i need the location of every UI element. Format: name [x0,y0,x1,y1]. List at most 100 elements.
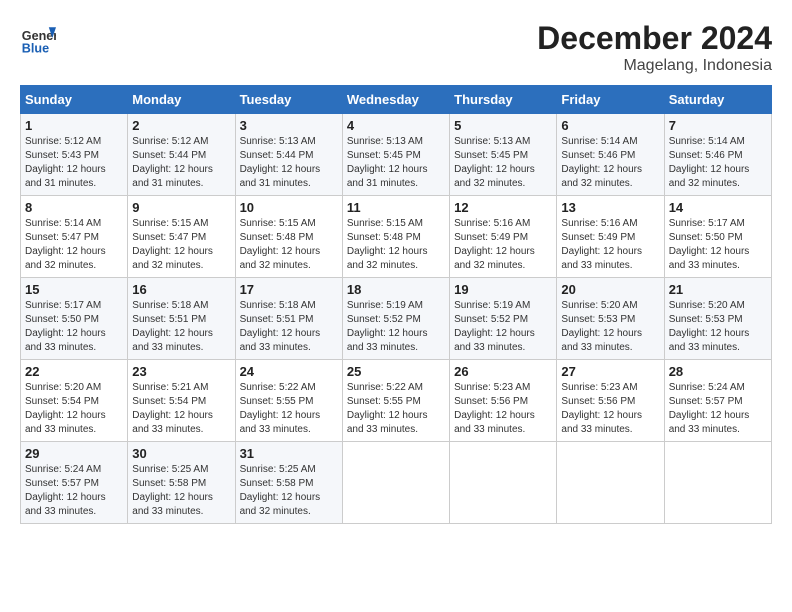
day-number: 10 [240,200,338,215]
day-detail: Sunrise: 5:22 AMSunset: 5:55 PMDaylight:… [240,381,338,437]
calendar-cell [342,442,449,524]
calendar-cell: 1 Sunrise: 5:12 AMSunset: 5:43 PMDaylight… [21,114,128,196]
day-detail: Sunrise: 5:25 AMSunset: 5:58 PMDaylight:… [240,463,338,519]
logo-icon: General Blue [20,20,56,56]
column-header-thursday: Thursday [450,86,557,114]
day-number: 8 [25,200,123,215]
day-detail: Sunrise: 5:21 AMSunset: 5:54 PMDaylight:… [132,381,230,437]
day-detail: Sunrise: 5:22 AMSunset: 5:55 PMDaylight:… [347,381,445,437]
day-number: 15 [25,282,123,297]
day-detail: Sunrise: 5:19 AMSunset: 5:52 PMDaylight:… [347,299,445,355]
calendar-cell: 12 Sunrise: 5:16 AMSunset: 5:49 PMDayligh… [450,196,557,278]
day-detail: Sunrise: 5:17 AMSunset: 5:50 PMDaylight:… [25,299,123,355]
day-number: 6 [561,118,659,133]
day-number: 7 [669,118,767,133]
day-number: 3 [240,118,338,133]
logo: General Blue [20,20,60,56]
day-number: 1 [25,118,123,133]
day-number: 16 [132,282,230,297]
day-detail: Sunrise: 5:18 AMSunset: 5:51 PMDaylight:… [240,299,338,355]
day-detail: Sunrise: 5:19 AMSunset: 5:52 PMDaylight:… [454,299,552,355]
day-detail: Sunrise: 5:13 AMSunset: 5:45 PMDaylight:… [454,135,552,191]
column-header-friday: Friday [557,86,664,114]
day-number: 4 [347,118,445,133]
calendar-cell: 16Sunrise: 5:18 AMSunset: 5:51 PMDayligh… [128,278,235,360]
column-header-tuesday: Tuesday [235,86,342,114]
calendar-cell: 24 Sunrise: 5:22 AMSunset: 5:55 PMDayligh… [235,360,342,442]
day-detail: Sunrise: 5:16 AMSunset: 5:49 PMDaylight:… [454,217,552,273]
calendar-cell: 7 Sunrise: 5:14 AMSunset: 5:46 PMDaylight… [664,114,771,196]
day-detail: Sunrise: 5:23 AMSunset: 5:56 PMDaylight:… [561,381,659,437]
calendar-cell: 28 Sunrise: 5:24 AMSunset: 5:57 PMDayligh… [664,360,771,442]
day-detail: Sunrise: 5:24 AMSunset: 5:57 PMDaylight:… [25,463,123,519]
day-number: 9 [132,200,230,215]
calendar-cell: 14Sunrise: 5:17 AMSunset: 5:50 PMDayligh… [664,196,771,278]
day-number: 28 [669,364,767,379]
week-row-3: 15 Sunrise: 5:17 AMSunset: 5:50 PMDayligh… [21,278,772,360]
calendar-cell: 5 Sunrise: 5:13 AMSunset: 5:45 PMDaylight… [450,114,557,196]
calendar-table: SundayMondayTuesdayWednesdayThursdayFrid… [20,85,772,524]
column-header-saturday: Saturday [664,86,771,114]
day-number: 2 [132,118,230,133]
day-detail: Sunrise: 5:14 AMSunset: 5:47 PMDaylight:… [25,217,123,273]
calendar-cell: 27 Sunrise: 5:23 AMSunset: 5:56 PMDayligh… [557,360,664,442]
calendar-cell: 31Sunrise: 5:25 AMSunset: 5:58 PMDayligh… [235,442,342,524]
month-title: December 2024 [537,20,772,57]
week-row-4: 22 Sunrise: 5:20 AMSunset: 5:54 PMDayligh… [21,360,772,442]
day-number: 22 [25,364,123,379]
day-detail: Sunrise: 5:13 AMSunset: 5:44 PMDaylight:… [240,135,338,191]
day-number: 20 [561,282,659,297]
day-number: 30 [132,446,230,461]
day-number: 5 [454,118,552,133]
day-detail: Sunrise: 5:12 AMSunset: 5:43 PMDaylight:… [25,135,123,191]
week-row-2: 8 Sunrise: 5:14 AMSunset: 5:47 PMDaylight… [21,196,772,278]
column-header-sunday: Sunday [21,86,128,114]
calendar-cell [557,442,664,524]
day-detail: Sunrise: 5:15 AMSunset: 5:47 PMDaylight:… [132,217,230,273]
day-number: 11 [347,200,445,215]
day-detail: Sunrise: 5:24 AMSunset: 5:57 PMDaylight:… [669,381,767,437]
day-number: 26 [454,364,552,379]
day-detail: Sunrise: 5:12 AMSunset: 5:44 PMDaylight:… [132,135,230,191]
calendar-cell: 17 Sunrise: 5:18 AMSunset: 5:51 PMDayligh… [235,278,342,360]
day-detail: Sunrise: 5:14 AMSunset: 5:46 PMDaylight:… [669,135,767,191]
calendar-cell: 21Sunrise: 5:20 AMSunset: 5:53 PMDayligh… [664,278,771,360]
day-detail: Sunrise: 5:15 AMSunset: 5:48 PMDaylight:… [240,217,338,273]
calendar-cell: 11 Sunrise: 5:15 AMSunset: 5:48 PMDayligh… [342,196,449,278]
calendar-cell: 2 Sunrise: 5:12 AMSunset: 5:44 PMDaylight… [128,114,235,196]
calendar-cell: 23 Sunrise: 5:21 AMSunset: 5:54 PMDayligh… [128,360,235,442]
calendar-cell: 29Sunrise: 5:24 AMSunset: 5:57 PMDayligh… [21,442,128,524]
day-detail: Sunrise: 5:15 AMSunset: 5:48 PMDaylight:… [347,217,445,273]
svg-text:Blue: Blue [22,41,49,55]
header-row: SundayMondayTuesdayWednesdayThursdayFrid… [21,86,772,114]
calendar-cell: 13Sunrise: 5:16 AMSunset: 5:49 PMDayligh… [557,196,664,278]
day-detail: Sunrise: 5:23 AMSunset: 5:56 PMDaylight:… [454,381,552,437]
calendar-cell: 25 Sunrise: 5:22 AMSunset: 5:55 PMDayligh… [342,360,449,442]
day-number: 19 [454,282,552,297]
calendar-cell: 10 Sunrise: 5:15 AMSunset: 5:48 PMDayligh… [235,196,342,278]
day-detail: Sunrise: 5:17 AMSunset: 5:50 PMDaylight:… [669,217,767,273]
day-number: 12 [454,200,552,215]
calendar-cell: 18Sunrise: 5:19 AMSunset: 5:52 PMDayligh… [342,278,449,360]
calendar-cell [664,442,771,524]
calendar-cell: 26 Sunrise: 5:23 AMSunset: 5:56 PMDayligh… [450,360,557,442]
calendar-cell: 22 Sunrise: 5:20 AMSunset: 5:54 PMDayligh… [21,360,128,442]
header: General Blue December 2024 Magelang, Ind… [20,20,772,75]
column-header-monday: Monday [128,86,235,114]
column-header-wednesday: Wednesday [342,86,449,114]
day-number: 17 [240,282,338,297]
calendar-cell: 30Sunrise: 5:25 AMSunset: 5:58 PMDayligh… [128,442,235,524]
day-detail: Sunrise: 5:20 AMSunset: 5:54 PMDaylight:… [25,381,123,437]
day-detail: Sunrise: 5:20 AMSunset: 5:53 PMDaylight:… [561,299,659,355]
calendar-cell [450,442,557,524]
day-number: 23 [132,364,230,379]
day-number: 24 [240,364,338,379]
day-number: 27 [561,364,659,379]
day-detail: Sunrise: 5:20 AMSunset: 5:53 PMDaylight:… [669,299,767,355]
calendar-cell: 4Sunrise: 5:13 AMSunset: 5:45 PMDaylight… [342,114,449,196]
calendar-cell: 15 Sunrise: 5:17 AMSunset: 5:50 PMDayligh… [21,278,128,360]
calendar-cell: 8 Sunrise: 5:14 AMSunset: 5:47 PMDaylight… [21,196,128,278]
week-row-1: 1 Sunrise: 5:12 AMSunset: 5:43 PMDaylight… [21,114,772,196]
day-number: 25 [347,364,445,379]
day-number: 13 [561,200,659,215]
